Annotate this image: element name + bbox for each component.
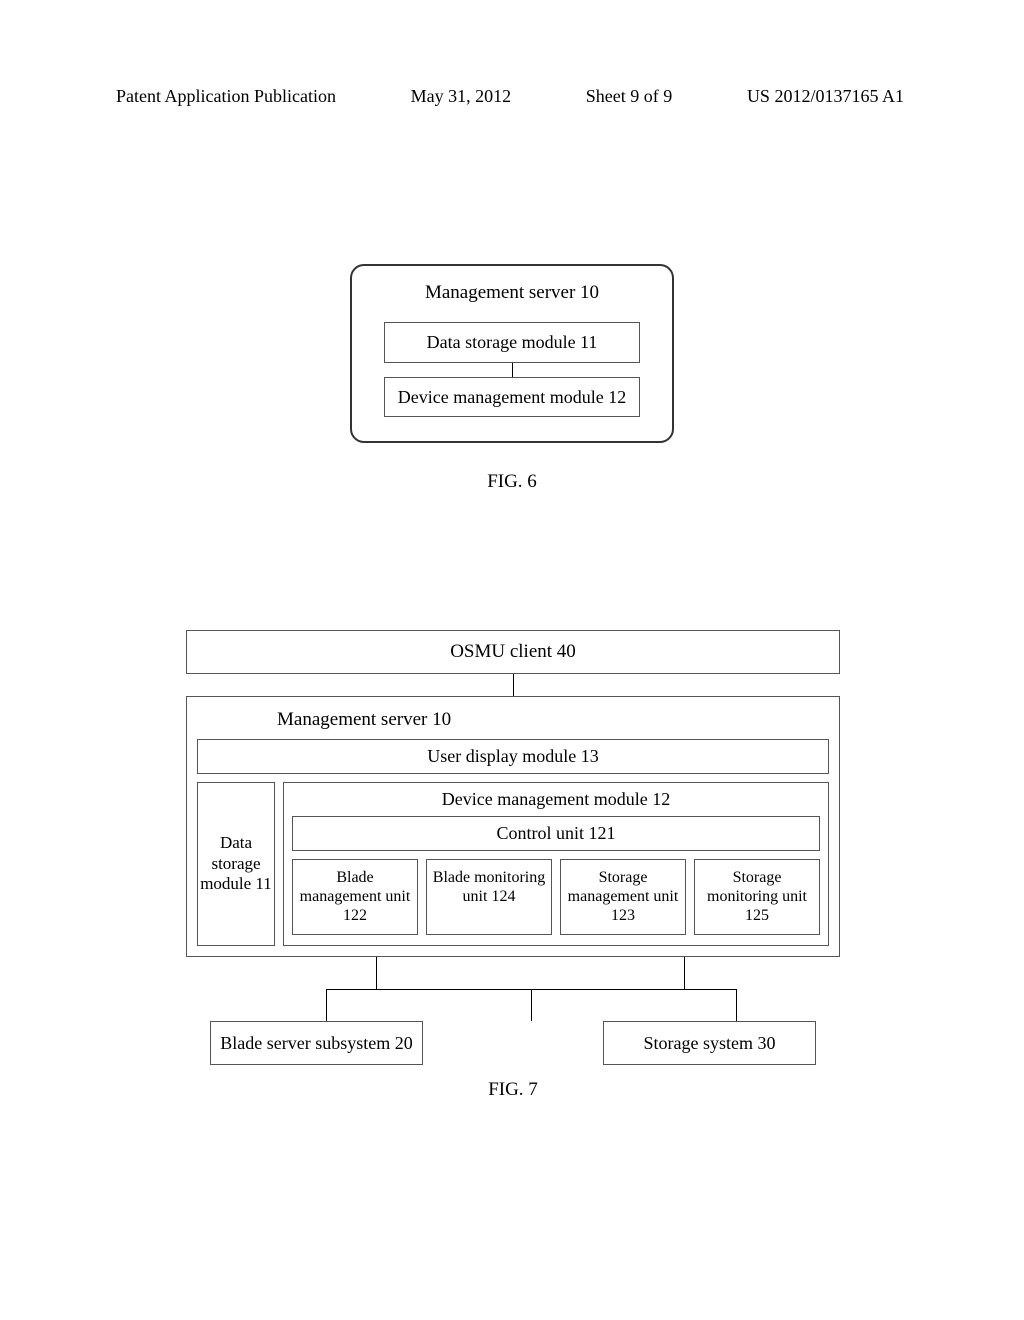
management-server-title: Management server 10	[376, 276, 648, 322]
storage-management-unit-box: Storage management unit 123	[560, 859, 686, 935]
device-management-module-box: Device management module 12	[384, 377, 640, 418]
blade-monitoring-unit-box: Blade monitoring unit 124	[426, 859, 552, 935]
connector-line	[684, 957, 685, 989]
data-storage-module-box: Data storage module 11	[197, 782, 275, 946]
header-publication: Patent Application Publication	[116, 86, 336, 107]
connector-line	[376, 957, 377, 989]
connector-line	[531, 989, 532, 1021]
control-unit-box: Control unit 121	[292, 816, 820, 851]
connector-line	[326, 989, 327, 1021]
connector-line	[512, 363, 513, 377]
connector-network	[186, 957, 840, 1021]
figure-7-caption: FIG. 7	[186, 1079, 840, 1101]
header-date: May 31, 2012	[411, 86, 512, 107]
header-sheet: Sheet 9 of 9	[586, 86, 672, 107]
header-number: US 2012/0137165 A1	[747, 86, 904, 107]
storage-system-box: Storage system 30	[603, 1021, 816, 1066]
figure-6: Management server 10 Data storage module…	[350, 264, 674, 493]
management-server-box: Management server 10 User display module…	[186, 696, 840, 957]
user-display-module-box: User display module 13	[197, 739, 829, 774]
device-management-module-box: Device management module 12 Control unit…	[283, 782, 829, 946]
figure-6-caption: FIG. 6	[350, 471, 674, 493]
figure-7: OSMU client 40 Management server 10 User…	[186, 630, 840, 1101]
page-header: Patent Application Publication May 31, 2…	[0, 86, 1024, 107]
connector-line	[513, 674, 514, 696]
subsystems-row: Blade server subsystem 20 Storage system…	[186, 1021, 840, 1066]
blade-server-subsystem-box: Blade server subsystem 20	[210, 1021, 423, 1066]
units-row: Blade management unit 122 Blade monitori…	[292, 859, 820, 935]
connector-line	[736, 989, 737, 1021]
device-management-module-title: Device management module 12	[292, 789, 820, 816]
blade-management-unit-box: Blade management unit 122	[292, 859, 418, 935]
management-server-title: Management server 10	[197, 705, 829, 739]
storage-monitoring-unit-box: Storage monitoring unit 125	[694, 859, 820, 935]
management-server-box: Management server 10 Data storage module…	[350, 264, 674, 443]
data-storage-module-box: Data storage module 11	[384, 322, 640, 363]
osmu-client-box: OSMU client 40	[186, 630, 840, 674]
modules-row: Data storage module 11 Device management…	[197, 782, 829, 946]
